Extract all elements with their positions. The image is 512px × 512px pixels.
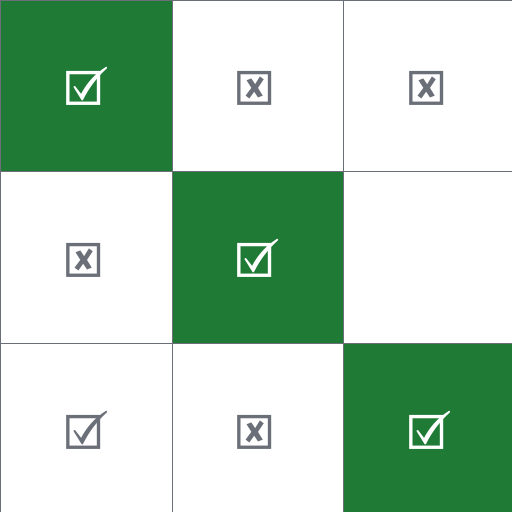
checked-box-icon — [237, 238, 279, 277]
board-cell-8[interactable] — [173, 344, 343, 512]
checked-box-icon — [65, 410, 107, 449]
board-cell-3[interactable] — [344, 1, 512, 171]
board-cell-5[interactable] — [173, 172, 343, 343]
checked-box-icon — [65, 66, 107, 105]
crossed-box-icon — [65, 242, 100, 277]
checked-box-icon — [408, 410, 450, 449]
board-cell-6[interactable] — [344, 172, 512, 343]
crossed-box-icon — [408, 70, 443, 105]
board-cell-1[interactable] — [1, 1, 172, 171]
crossed-box-icon — [237, 70, 272, 105]
board-cell-2[interactable] — [173, 1, 343, 171]
crossed-box-icon — [237, 414, 272, 449]
board-cell-9[interactable] — [344, 344, 512, 512]
game-board — [0, 0, 512, 512]
board-cell-7[interactable] — [1, 344, 172, 512]
board-cell-4[interactable] — [1, 172, 172, 343]
